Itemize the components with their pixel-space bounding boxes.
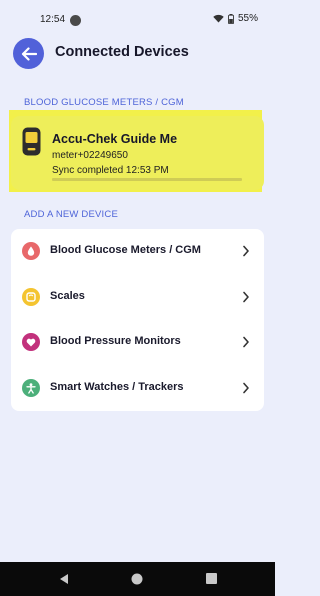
add-device-list: Blood Glucose Meters / CGM Scales Blood … <box>11 229 264 411</box>
nav-back-icon[interactable] <box>58 573 70 585</box>
scale-icon <box>22 288 40 306</box>
sync-progress-bar <box>52 178 242 181</box>
chevron-right-icon <box>243 382 249 394</box>
chevron-right-icon <box>243 245 249 257</box>
heart-icon <box>22 333 40 351</box>
add-device-section-heading: ADD A NEW DEVICE <box>24 209 118 220</box>
add-item-label: Scales <box>50 290 85 302</box>
device-serial: meter+02249650 <box>52 150 128 161</box>
add-item-smart-watches[interactable]: Smart Watches / Trackers <box>11 366 264 411</box>
nav-recents-icon[interactable] <box>206 573 217 584</box>
connected-section-heading: BLOOD GLUCOSE METERS / CGM <box>24 97 184 108</box>
status-bar: 12:54 55% <box>0 0 275 40</box>
sync-progress-fill <box>52 178 242 181</box>
device-sync-status: Sync completed 12:53 PM <box>52 165 169 176</box>
notification-dot-icon <box>70 15 81 26</box>
add-item-glucose-meters[interactable]: Blood Glucose Meters / CGM <box>11 229 264 274</box>
add-item-label: Smart Watches / Trackers <box>50 381 184 393</box>
arrow-left-icon <box>21 46 37 61</box>
person-activity-icon <box>22 379 40 397</box>
page-title: Connected Devices <box>55 44 189 60</box>
chevron-right-icon <box>243 336 249 348</box>
device-name: Accu-Chek Guide Me <box>52 132 178 146</box>
blood-drop-icon <box>22 242 40 260</box>
glucose-meter-icon <box>22 127 41 156</box>
wifi-icon <box>213 14 224 23</box>
chevron-right-icon <box>243 291 249 303</box>
battery-percent: 55% <box>237 13 258 24</box>
system-nav-bar <box>0 562 275 596</box>
add-item-blood-pressure[interactable]: Blood Pressure Monitors <box>11 320 264 365</box>
battery-icon <box>228 13 234 24</box>
nav-home-icon[interactable] <box>131 573 143 585</box>
add-item-label: Blood Glucose Meters / CGM <box>50 244 201 256</box>
status-indicators: 55% <box>213 13 258 24</box>
add-item-scales[interactable]: Scales <box>11 275 264 320</box>
status-time: 12:54 <box>40 14 66 25</box>
add-item-label: Blood Pressure Monitors <box>50 335 181 347</box>
back-button[interactable] <box>13 38 44 69</box>
connected-device-card[interactable]: Accu-Chek Guide Me meter+02249650 Sync c… <box>11 116 264 190</box>
